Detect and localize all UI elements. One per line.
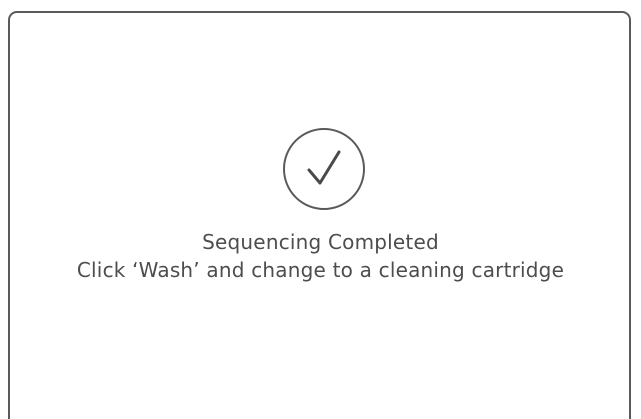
screen: Sequencing Completed Click ‘Wash’ and ch…	[0, 0, 641, 419]
sequencing-complete-dialog	[8, 11, 631, 419]
checkmark-circle-icon	[283, 128, 365, 210]
status-message: Click ‘Wash’ and change to a cleaning ca…	[76, 258, 565, 282]
checkmark-icon	[307, 150, 341, 185]
status-title: Sequencing Completed	[202, 230, 439, 254]
